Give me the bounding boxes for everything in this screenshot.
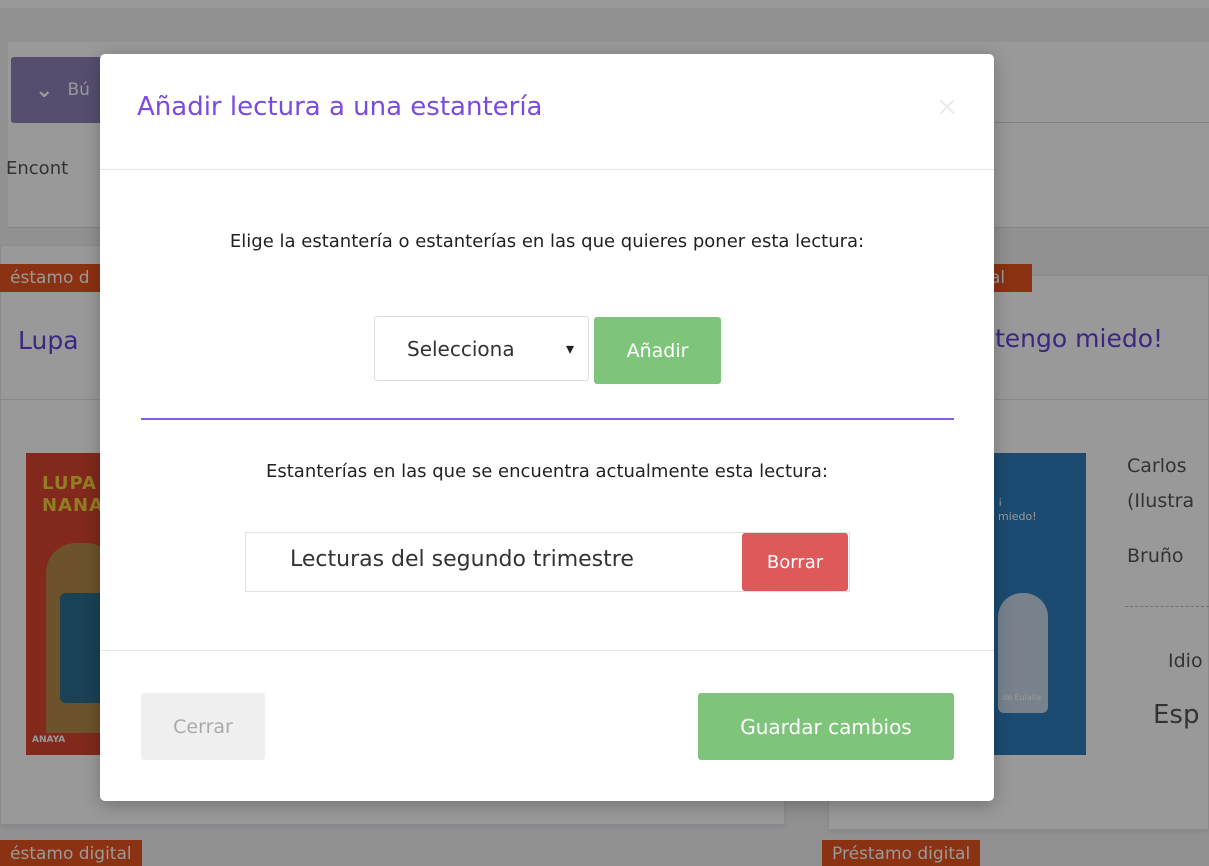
save-changes-button[interactable]: Guardar cambios <box>698 693 954 760</box>
close-icon[interactable]: × <box>936 94 958 120</box>
add-shelf-button[interactable]: Añadir <box>594 317 721 384</box>
page: ⌄ Bú Encont éstamo d al Lupa tengo miedo… <box>0 0 1209 866</box>
shelf-select-value: Selecciona <box>407 336 515 361</box>
modal-footer-divider <box>100 650 994 651</box>
chevron-down-icon: ▾ <box>565 339 574 358</box>
add-to-shelf-modal: Añadir lectura a una estantería × Elige … <box>100 54 994 801</box>
delete-shelf-button[interactable]: Borrar <box>742 533 848 591</box>
modal-title: Añadir lectura a una estantería <box>137 92 543 122</box>
shelf-select[interactable]: Selecciona ▾ <box>374 316 589 381</box>
shelf-name: Lecturas del segundo trimestre <box>290 547 634 572</box>
current-shelves-label: Estanterías en las que se encuentra actu… <box>265 461 829 482</box>
modal-header: Añadir lectura a una estantería × <box>100 54 994 170</box>
shelf-prompt-text: Elige la estantería o estanterías en las… <box>229 231 865 252</box>
close-button[interactable]: Cerrar <box>141 693 265 760</box>
section-divider <box>141 418 954 420</box>
